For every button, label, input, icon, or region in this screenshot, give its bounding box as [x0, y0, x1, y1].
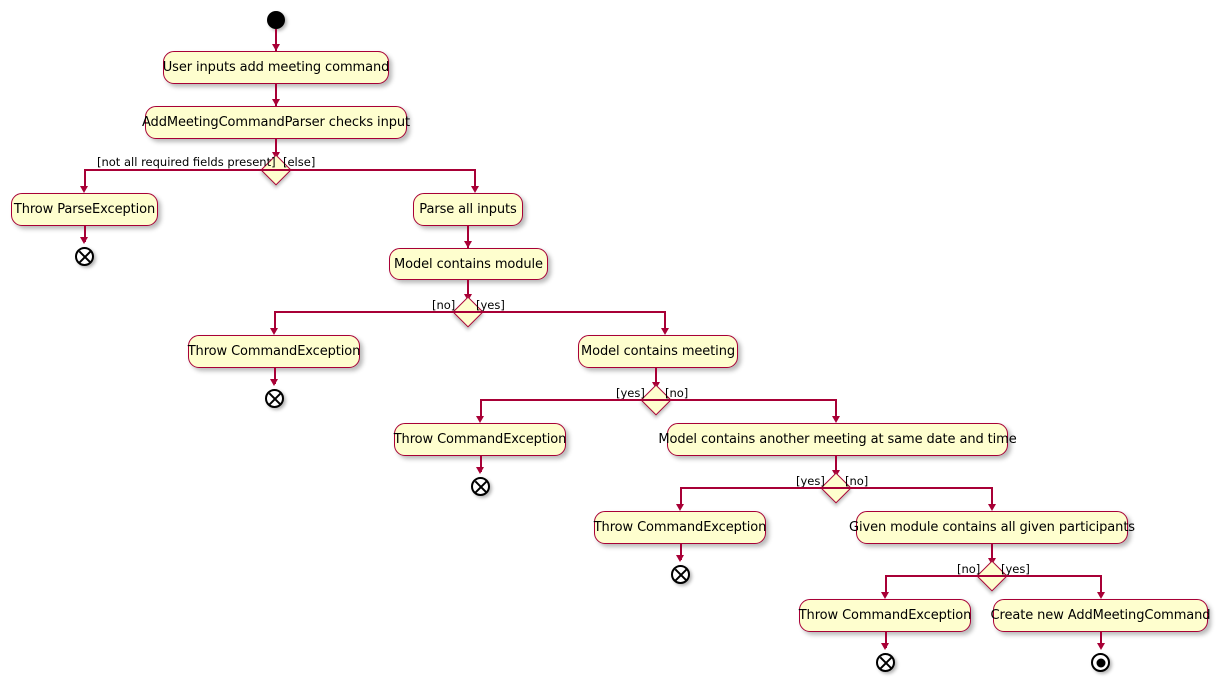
- activity-given-module-contains-all-participants: Given module contains all given particip…: [849, 511, 1135, 544]
- arrowhead: [987, 504, 996, 511]
- branch-rail-d1: [84, 169, 476, 171]
- activity-create-new-addmeetingcommand: Create new AddMeetingCommand: [991, 599, 1211, 632]
- arrowhead: [470, 186, 479, 193]
- edge-d3-left-down: [480, 399, 482, 416]
- terminate-node-clash: [671, 565, 690, 584]
- arrowhead: [1096, 592, 1105, 599]
- branch-rail-d2: [274, 311, 666, 313]
- edge-d5-right-down: [1100, 575, 1102, 592]
- branch-rail-d4: [680, 487, 993, 489]
- guard-not-all-required-fields-present: [not all required fields present]: [97, 155, 276, 169]
- guard-yes-contains-meeting: [yes]: [616, 386, 645, 400]
- arrowhead: [1096, 643, 1105, 650]
- guard-no-contains-meeting: [no]: [665, 386, 689, 400]
- guard-no-contains-module: [no]: [432, 298, 456, 312]
- guard-yes-participants: [yes]: [1001, 562, 1030, 576]
- arrowhead: [476, 467, 485, 474]
- terminate-node-no-module: [265, 389, 284, 408]
- activity-model-contains-meeting: Model contains meeting: [578, 335, 738, 368]
- guard-yes-clash: [yes]: [796, 474, 825, 488]
- arrowhead: [476, 416, 485, 423]
- arrowhead: [271, 99, 280, 106]
- arrowhead: [676, 504, 685, 511]
- guard-no-participants: [no]: [957, 562, 981, 576]
- arrowhead: [80, 186, 89, 193]
- activity-throw-commandexception-no-module: Throw CommandException: [188, 335, 360, 368]
- guard-else: [else]: [283, 155, 316, 169]
- activity-throw-commandexception-clash: Throw CommandException: [594, 511, 766, 544]
- edge-d2-right-down: [664, 311, 666, 328]
- edge-d3-right-down: [835, 399, 837, 416]
- edge-d2-left-down: [274, 311, 276, 328]
- activity-throw-commandexception-participants: Throw CommandException: [799, 599, 971, 632]
- activity-diagram-canvas: User inputs add meeting command AddMeeti…: [0, 0, 1219, 685]
- guard-no-clash: [no]: [845, 474, 869, 488]
- arrowhead: [676, 555, 685, 562]
- arrowhead: [881, 592, 890, 599]
- edge-d4-left-down: [680, 487, 682, 504]
- branch-rail-d5: [885, 575, 1102, 577]
- activity-throw-commandexception-meeting-exists: Throw CommandException: [394, 423, 566, 456]
- terminate-node-participants: [876, 653, 895, 672]
- activity-user-inputs-add-meeting-command: User inputs add meeting command: [163, 51, 389, 84]
- edge-d1-right-down: [474, 169, 476, 186]
- terminate-node-meeting-exists: [471, 477, 490, 496]
- edge-d1-left-down: [84, 169, 86, 186]
- final-node: [1091, 653, 1110, 672]
- terminate-node-parseexception: [75, 247, 94, 266]
- edge-d5-left-down: [885, 575, 887, 592]
- guard-yes-contains-module: [yes]: [476, 298, 505, 312]
- activity-parse-all-inputs: Parse all inputs: [413, 193, 523, 226]
- arrowhead: [463, 241, 472, 248]
- activity-throw-parseexception: Throw ParseException: [11, 193, 158, 226]
- branch-rail-d3: [480, 399, 837, 401]
- arrowhead: [660, 328, 669, 335]
- edge-d4-right-down: [991, 487, 993, 504]
- activity-addmeetingcommandparser-checks-input: AddMeetingCommandParser checks input: [142, 106, 410, 139]
- arrowhead: [881, 643, 890, 650]
- arrowhead: [271, 44, 280, 51]
- arrowhead: [270, 328, 279, 335]
- arrowhead: [270, 379, 279, 386]
- start-node: [267, 11, 285, 29]
- activity-model-contains-module: Model contains module: [389, 248, 548, 280]
- activity-model-contains-another-meeting-same-datetime: Model contains another meeting at same d…: [658, 423, 1017, 456]
- arrowhead: [80, 237, 89, 244]
- arrowhead: [831, 416, 840, 423]
